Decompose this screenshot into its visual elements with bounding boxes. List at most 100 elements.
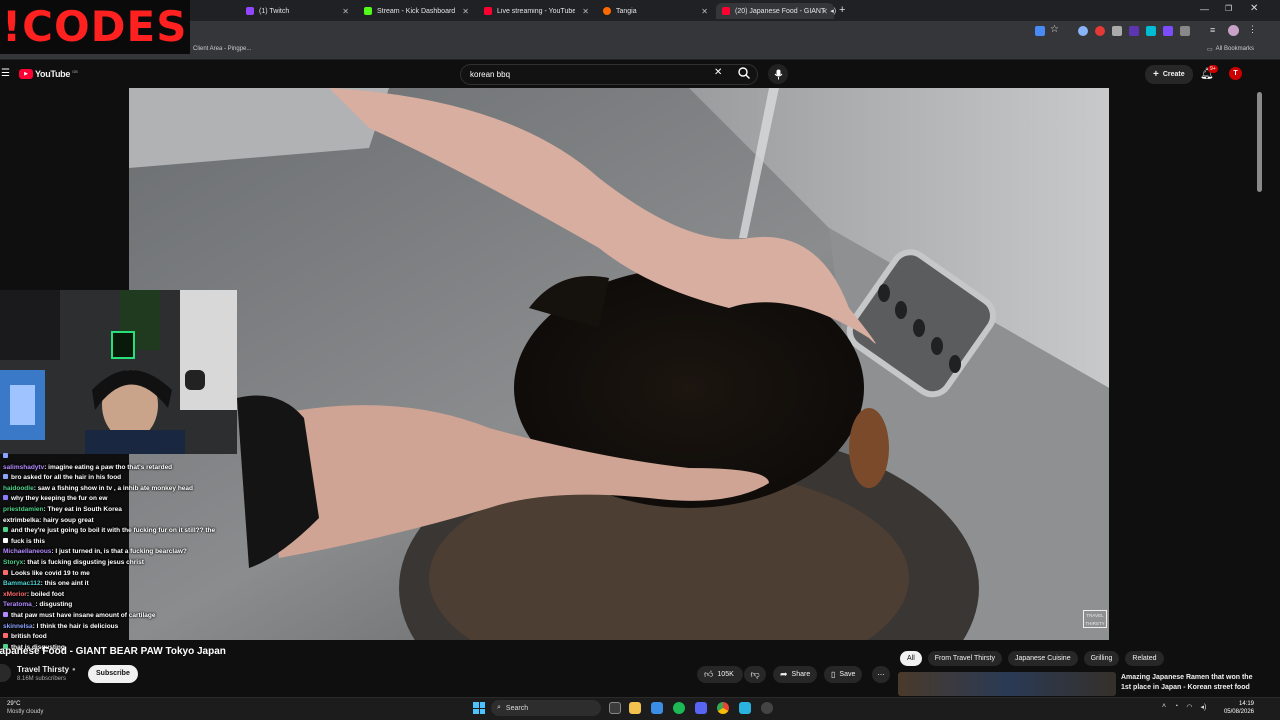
chat-username[interactable]: haidoodle <box>3 485 34 492</box>
extension-icon[interactable] <box>1163 26 1173 36</box>
chat-badge-icon <box>3 633 8 639</box>
taskbar-search-label: Search <box>505 704 529 712</box>
channel-avatar[interactable] <box>0 664 11 682</box>
chat-text: Looks like covid 19 to me <box>11 569 90 577</box>
close-icon[interactable]: ✕ <box>582 7 589 16</box>
extension-icon[interactable] <box>1035 26 1045 36</box>
chat-text: fuck is this <box>11 537 45 545</box>
chat-username[interactable]: Michaellaneous <box>3 548 51 555</box>
extension-icon[interactable] <box>1078 26 1088 36</box>
tab-tangia[interactable]: Tangia ✕ <box>597 3 714 19</box>
close-icon[interactable]: ✕ <box>462 7 469 16</box>
extension-icon[interactable] <box>1129 26 1139 36</box>
tangia-icon <box>603 7 611 15</box>
more-dots-icon: ⋯ <box>877 671 885 679</box>
close-icon[interactable]: ✕ <box>342 7 349 16</box>
spotify-icon[interactable] <box>673 702 685 714</box>
clear-search-icon[interactable]: ✕ <box>714 67 722 78</box>
extension-icon[interactable] <box>1146 26 1156 36</box>
related-video-title[interactable]: Amazing Japanese Ramen that won the 1st … <box>1121 673 1261 693</box>
like-count: 105K <box>717 671 734 678</box>
dislike-button[interactable]: 👎︎ <box>744 666 766 683</box>
chat-username[interactable]: Teratoma_ <box>3 601 35 608</box>
chat-username[interactable]: skinnelsa <box>3 623 33 630</box>
subscribe-button[interactable]: Subscribe <box>88 665 138 683</box>
close-icon[interactable]: ✕ <box>701 7 708 16</box>
window-close-button[interactable]: ✕ <box>1250 3 1258 14</box>
chat-username[interactable]: Bammac112 <box>3 580 41 587</box>
chat-message: Storyx: that is fucking disgusting jesus… <box>0 558 300 569</box>
twitch-icon <box>246 7 254 15</box>
bookmark-item[interactable]: Client Area - Pingpe... <box>193 46 251 52</box>
clock[interactable]: 14:19 05/08/2026 <box>1218 700 1254 716</box>
account-avatar[interactable]: T <box>1229 67 1242 80</box>
minimize-button[interactable]: — <box>1200 4 1209 14</box>
youtube-icon <box>722 7 730 15</box>
app-icon[interactable] <box>739 702 751 714</box>
chip-from-channel[interactable]: From Travel Thirsty <box>927 651 1002 666</box>
weather-widget[interactable]: 29°C Mostly cloudy <box>7 700 43 716</box>
menu-dots-icon[interactable]: ⋮ <box>1248 24 1257 35</box>
voice-search-button[interactable] <box>768 64 788 84</box>
verified-icon: ● <box>72 666 76 673</box>
extension-icon[interactable] <box>1095 26 1105 36</box>
play-logo-icon: ▶ <box>19 69 33 79</box>
youtube-logo[interactable]: ▶ YouTube GB <box>19 69 78 79</box>
store-icon[interactable] <box>651 702 663 714</box>
like-button[interactable]: 👍︎ 105K <box>697 666 743 683</box>
chat-username[interactable]: Storyx <box>3 559 23 566</box>
task-view-icon[interactable] <box>609 702 621 714</box>
more-actions-button[interactable]: ⋯ <box>872 666 890 683</box>
chat-text: disgusting <box>39 601 73 609</box>
chip-japanese-cuisine[interactable]: Japanese Cuisine <box>1007 651 1078 666</box>
page-scrollbar[interactable] <box>1257 92 1262 192</box>
extension-icon[interactable] <box>1112 26 1122 36</box>
chip-grilling[interactable]: Grilling <box>1083 651 1120 666</box>
save-button[interactable]: ▯ Save <box>824 666 863 683</box>
hamburger-menu-icon[interactable]: ☰ <box>1 68 10 79</box>
new-tab-button[interactable]: + <box>839 4 845 16</box>
chrome-icon[interactable] <box>717 702 729 714</box>
windows-start-icon[interactable] <box>473 702 485 714</box>
obs-icon[interactable] <box>761 702 773 714</box>
star-icon[interactable]: ☆ <box>1050 24 1059 35</box>
share-icon: ➦ <box>780 669 788 679</box>
tab-kick[interactable]: Stream - Kick Dashboard ✕ <box>358 3 475 19</box>
puzzle-icon[interactable] <box>1180 26 1190 36</box>
tab-youtube-active[interactable]: (20) Japanese Food - GIANT ◂) ✕ <box>716 3 836 19</box>
chat-username[interactable]: priestdamien <box>3 506 43 513</box>
tab-label: (20) Japanese Food - GIANT <box>735 7 826 15</box>
channel-watermark: TRAVEL THIRSTY <box>1083 610 1107 628</box>
chat-username[interactable]: salimshadytv <box>3 464 44 471</box>
tab-youtube-studio[interactable]: Live streaming - YouTube Studio ✕ <box>478 3 595 19</box>
tab-search-icon[interactable]: ≡ <box>1210 25 1215 35</box>
chat-username[interactable]: xMorior <box>3 591 27 598</box>
related-thumbnail[interactable] <box>898 672 1116 696</box>
weather-desc: Mostly cloudy <box>7 709 44 715</box>
chat-message: salimshadytv: imagine eating a paw tho t… <box>0 463 300 474</box>
file-explorer-icon[interactable] <box>629 702 641 714</box>
search-icon[interactable] <box>737 66 751 80</box>
tab-twitch[interactable]: (1) Twitch ✕ <box>240 3 355 19</box>
share-button[interactable]: ➦ Share <box>773 666 818 683</box>
chat-text: british food <box>11 633 47 641</box>
chip-related[interactable]: Related <box>1125 651 1164 666</box>
chat-username[interactable]: extrimbelka <box>3 517 39 524</box>
system-tray[interactable]: ˄ ◔ ◠ ◂) <box>1162 703 1206 711</box>
thumbs-up-icon: 👍︎ <box>704 669 714 679</box>
close-icon[interactable]: ✕ <box>821 7 828 16</box>
taskbar-search-box[interactable]: ⌕ Search <box>491 700 601 716</box>
chip-all[interactable]: All <box>900 651 922 666</box>
tab-label: (1) Twitch <box>259 7 290 15</box>
discord-icon[interactable] <box>695 702 707 714</box>
extensions-toolbar <box>1078 26 1218 36</box>
all-bookmarks[interactable]: ▭ All Bookmarks <box>1207 46 1254 53</box>
channel-name[interactable]: Travel Thirsty ● <box>17 665 76 674</box>
create-button[interactable]: + Create <box>1145 65 1193 84</box>
chat-message: bro asked for all the hair in his food <box>0 473 300 484</box>
profile-avatar[interactable] <box>1228 25 1239 36</box>
save-label: Save <box>839 671 856 678</box>
chat-message: that paw must have insane amount of cart… <box>0 611 300 622</box>
speaker-icon[interactable]: ◂) <box>830 7 836 15</box>
maximize-button[interactable]: ❐ <box>1225 4 1232 13</box>
